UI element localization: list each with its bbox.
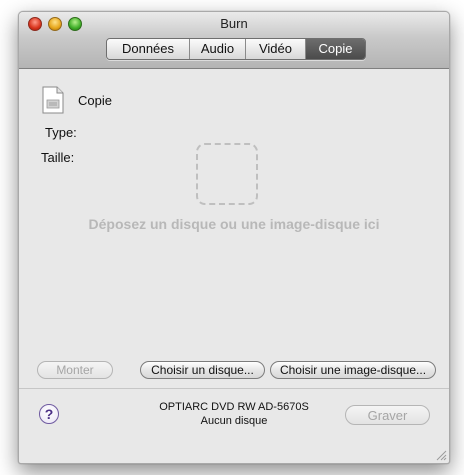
source-name: Copie xyxy=(78,93,112,108)
type-label: Type: xyxy=(45,125,77,140)
resize-grip-icon[interactable] xyxy=(435,449,447,461)
tab-audio[interactable]: Audio xyxy=(190,39,246,59)
size-label: Taille: xyxy=(41,150,75,165)
tab-bar: Données Audio Vidéo Copie xyxy=(106,38,366,60)
document-icon xyxy=(42,86,64,114)
titlebar: Burn Données Audio Vidéo Copie xyxy=(19,12,449,69)
tab-copie[interactable]: Copie xyxy=(306,39,365,59)
drop-hint: Déposez un disque ou une image-disque ic… xyxy=(88,216,380,232)
mount-button[interactable]: Monter xyxy=(37,361,113,379)
bottom-divider xyxy=(19,388,449,389)
burn-window: Burn Données Audio Vidéo Copie Copie Typ… xyxy=(18,11,450,464)
drop-target[interactable] xyxy=(196,143,258,205)
burn-button[interactable]: Graver xyxy=(345,405,430,425)
tab-donnees[interactable]: Données xyxy=(107,39,190,59)
tab-video[interactable]: Vidéo xyxy=(246,39,306,59)
window-title: Burn xyxy=(220,16,248,31)
choose-disc-button[interactable]: Choisir un disque... xyxy=(140,361,265,379)
choose-image-button[interactable]: Choisir une image-disque... xyxy=(270,361,436,379)
